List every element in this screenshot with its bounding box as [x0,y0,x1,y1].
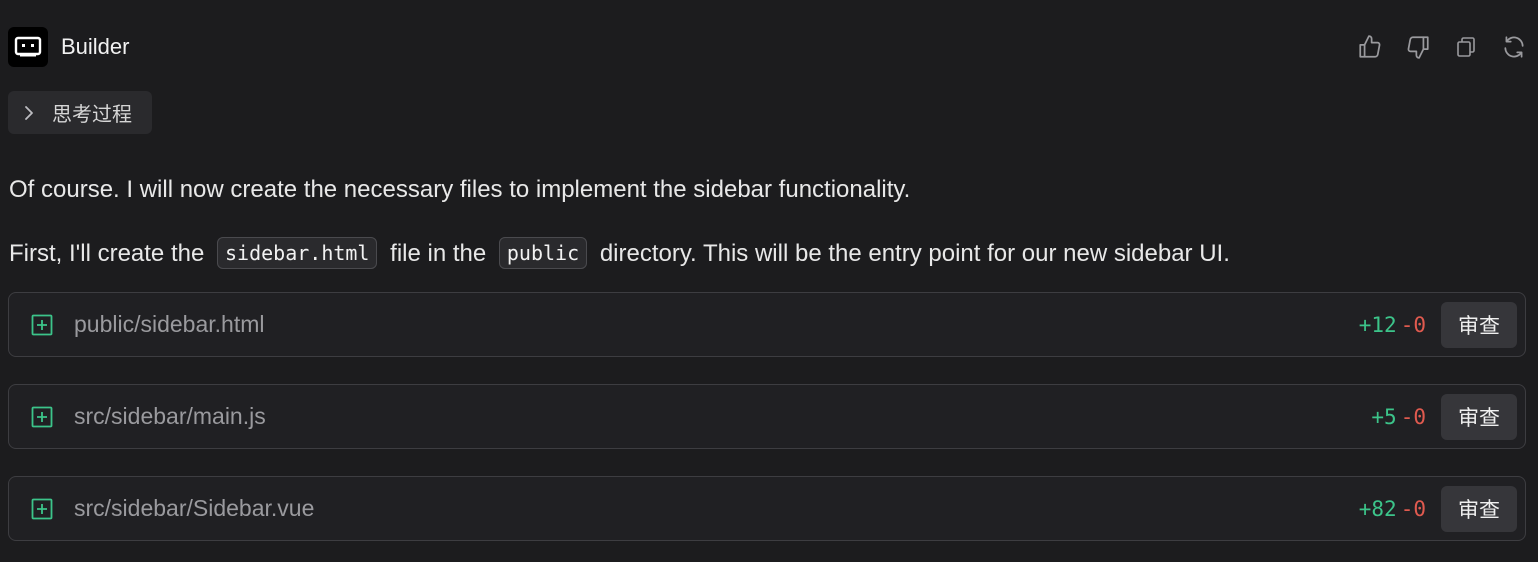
lines-removed: -0 [1400,496,1426,521]
thinking-process-label: 思考过程 [52,104,132,126]
copy-icon [1457,37,1475,57]
file-added-icon [31,498,53,520]
message-actions [1356,33,1528,61]
avatar [8,27,48,67]
file-change-card[interactable]: public/sidebar.html +12 -0 审查 [8,292,1526,357]
file-added-icon [31,314,53,336]
thumbs-up-icon [1359,35,1381,58]
lines-added: +82 [1358,496,1397,521]
thumbs-down-button[interactable] [1404,33,1432,61]
thinking-process-toggle[interactable]: 思考过程 [8,91,152,134]
refresh-icon [1504,36,1524,58]
bot-icon [14,36,42,57]
thumbs-up-button[interactable] [1356,33,1384,61]
file-added-icon [31,406,53,428]
thumbs-down-icon [1407,36,1429,59]
file-path: src/sidebar/main.js [74,403,266,429]
review-button[interactable]: 审查 [1441,301,1517,348]
review-button[interactable]: 审查 [1441,393,1517,440]
inline-code: sidebar.html [216,237,378,269]
message-text: First, I'll create the [9,240,205,267]
file-path: public/sidebar.html [74,311,265,337]
lines-added: +5 [1371,404,1397,429]
lines-removed: -0 [1400,404,1426,429]
file-path: src/sidebar/Sidebar.vue [74,495,315,521]
inline-code: public [498,237,588,269]
copy-button[interactable] [1452,33,1480,61]
message-paragraph: Of course. I will now create the necessa… [9,176,911,203]
chevron-right-icon [22,105,38,121]
bot-name: Builder [61,34,130,59]
file-change-card[interactable]: src/sidebar/Sidebar.vue +82 -0 审查 [8,476,1526,541]
file-change-card[interactable]: src/sidebar/main.js +5 -0 审查 [8,384,1526,449]
message-text: directory. This will be the entry point … [599,240,1230,267]
message-text: file in the [390,240,487,267]
lines-removed: -0 [1400,312,1426,337]
regenerate-button[interactable] [1500,33,1528,61]
message-paragraph: First, I'll create the sidebar.html file… [9,237,1230,269]
review-button[interactable]: 审查 [1441,485,1517,532]
lines-added: +12 [1358,312,1397,337]
message-header: Builder [8,27,1528,67]
